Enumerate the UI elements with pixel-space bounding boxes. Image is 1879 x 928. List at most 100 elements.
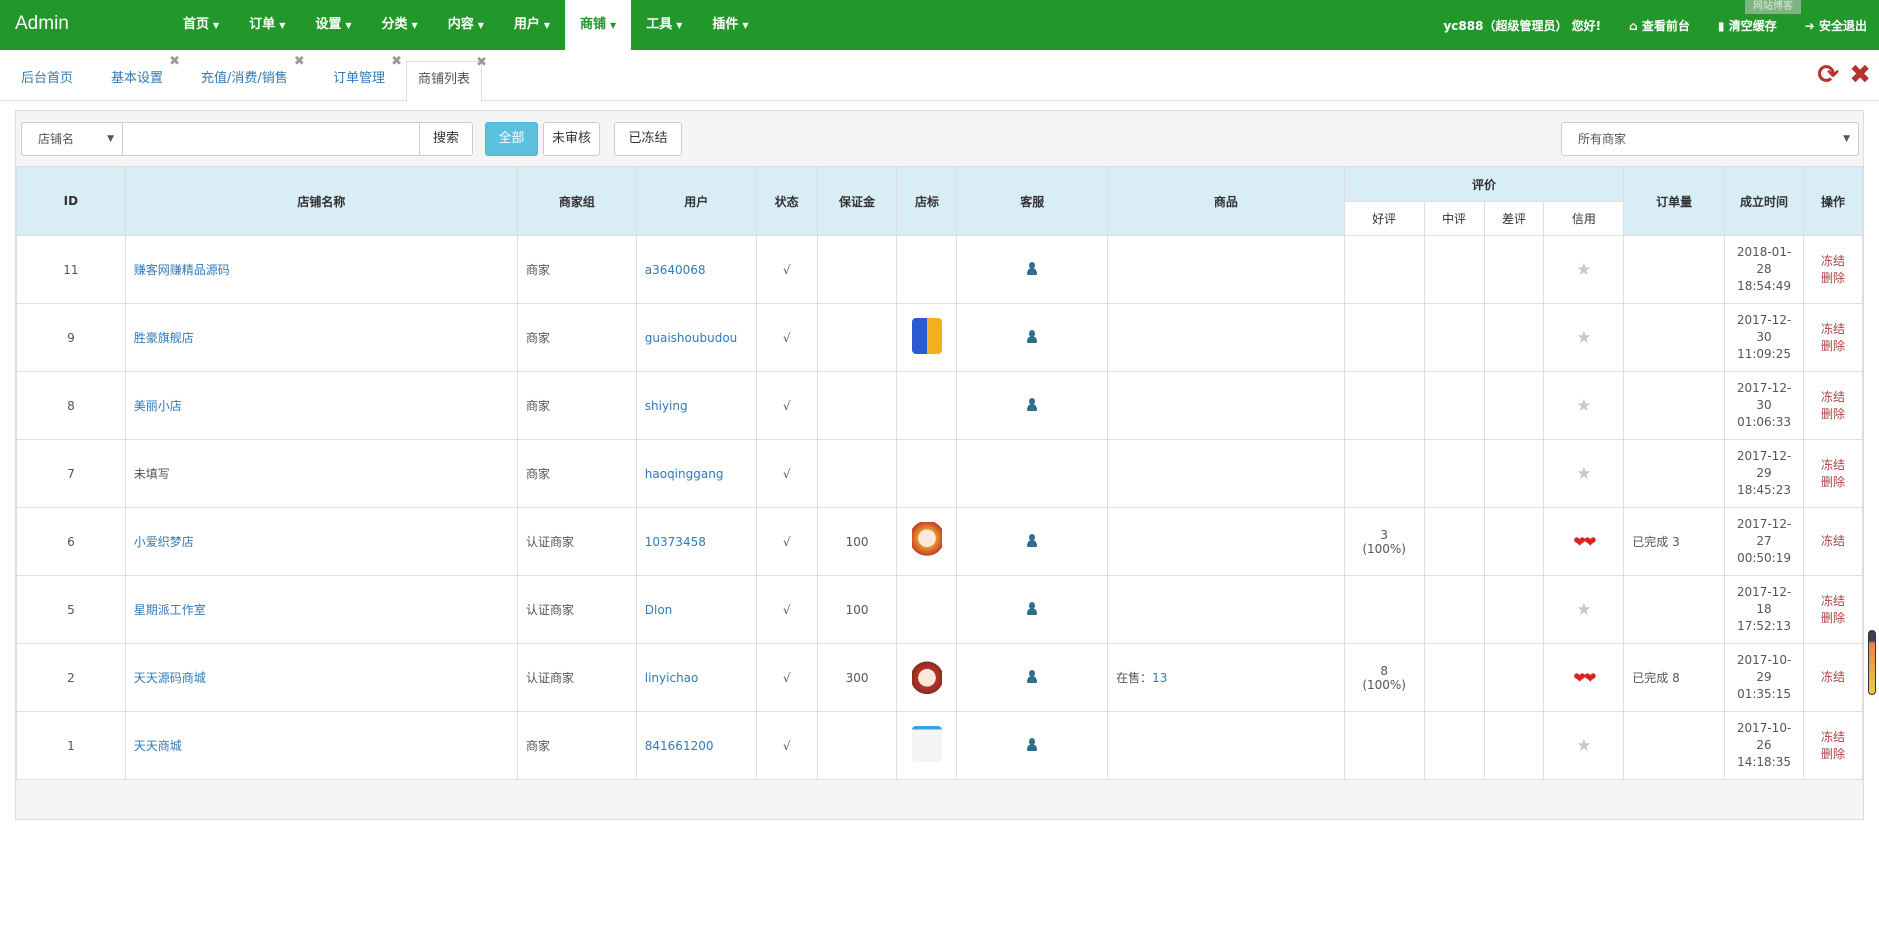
freeze-link[interactable]: 冻结 <box>1804 253 1862 270</box>
merchant-select[interactable]: 所有商家 ▼ <box>1561 122 1859 156</box>
cell-id: 2 <box>16 643 126 712</box>
created-date: 2017-12- <box>1736 517 1792 531</box>
shop-name-link[interactable]: 赚客网赚精品源码 <box>134 263 230 277</box>
menu-item[interactable]: 工具 ▼ <box>631 0 697 50</box>
user-link[interactable]: shiying <box>645 399 688 413</box>
col-bad: 差评 <box>1483 201 1545 236</box>
filter-all-button[interactable]: 全部 <box>485 122 538 156</box>
user-icon[interactable] <box>1026 533 1038 547</box>
user-icon[interactable] <box>1026 737 1038 751</box>
cell-service <box>956 711 1109 780</box>
brand-logo[interactable]: Admin <box>15 13 69 35</box>
cell-good: 3 (100%) <box>1343 507 1425 576</box>
logout-link[interactable]: ➜ 安全退出 <box>1805 17 1867 34</box>
tab-basic-settings[interactable]: 基本设置 ✖ <box>100 55 180 101</box>
cell-status: √ <box>755 643 818 712</box>
shop-name-link[interactable]: 天天商城 <box>134 739 182 753</box>
menu-item[interactable]: 商铺 ▼ <box>565 0 632 50</box>
close-all-icon[interactable]: ✖ <box>1849 60 1871 90</box>
delete-link[interactable]: 删除 <box>1804 270 1862 287</box>
close-icon[interactable]: ✖ <box>294 55 305 69</box>
search-input[interactable] <box>122 122 420 156</box>
created-time: 01:35:15 <box>1737 687 1791 701</box>
user-link[interactable]: haoqinggang <box>645 467 724 481</box>
cell-status: √ <box>755 235 818 304</box>
created-day: 18 <box>1756 602 1772 616</box>
filter-frozen-button[interactable]: 已冻结 <box>614 122 682 156</box>
star-icon: ★ <box>1576 735 1592 756</box>
tab-home[interactable]: 后台首页 <box>10 61 84 101</box>
cell-mid <box>1423 235 1485 304</box>
shop-name-link[interactable]: 胜豪旗舰店 <box>134 331 194 345</box>
goods-count-link[interactable]: 13 <box>1152 671 1167 685</box>
close-icon[interactable]: ✖ <box>169 55 180 69</box>
cell-ops: 冻结 删除 <box>1803 371 1863 440</box>
cell-logo <box>896 371 958 440</box>
menu-item[interactable]: 用户 ▼ <box>499 0 565 50</box>
col-group: 商家组 <box>516 166 637 236</box>
delete-link[interactable]: 删除 <box>1804 474 1862 491</box>
cell-good: 8 (100%) <box>1343 643 1425 712</box>
menu-label: 内容 <box>447 17 474 32</box>
tab-orders[interactable]: 订单管理 ✖ <box>322 55 402 101</box>
freeze-link[interactable]: 冻结 <box>1804 729 1862 746</box>
search-button[interactable]: 搜索 <box>419 122 473 156</box>
tab-shop-list[interactable]: 商铺列表 ✖ <box>406 56 487 102</box>
freeze-link[interactable]: 冻结 <box>1804 389 1862 406</box>
filter-pending-button[interactable]: 未审核 <box>543 122 600 156</box>
col-rating: 评价 <box>1343 166 1625 202</box>
user-icon[interactable] <box>1026 601 1038 615</box>
table-row: 6 小爱织梦店 认证商家 10373458 √ 100 3 (100%) ❤❤ 已完成 3 2017… <box>16 507 1863 576</box>
user-link[interactable]: a3640068 <box>645 263 706 277</box>
menu-item[interactable]: 内容 ▼ <box>433 0 499 50</box>
created-time: 14:18:35 <box>1737 755 1791 769</box>
freeze-link[interactable]: 冻结 <box>1804 593 1862 610</box>
created-date: 2017-10- <box>1736 721 1792 735</box>
menu-item[interactable]: 插件 ▼ <box>697 0 763 50</box>
cell-ops: 冻结 <box>1803 643 1863 712</box>
view-front-link[interactable]: ⌂ 查看前台 <box>1629 17 1690 34</box>
cell-deposit: 300 <box>816 643 898 712</box>
cell-goods <box>1107 575 1345 644</box>
menu-item[interactable]: 设置 ▼ <box>300 0 366 50</box>
cell-mid <box>1423 507 1485 576</box>
delete-link[interactable]: 删除 <box>1804 338 1862 355</box>
delete-link[interactable]: 删除 <box>1804 746 1862 763</box>
shop-name-link[interactable]: 小爱织梦店 <box>134 535 194 549</box>
delete-link[interactable]: 删除 <box>1804 406 1862 423</box>
user-link[interactable]: linyichao <box>645 671 699 685</box>
scroll-indicator[interactable] <box>1868 630 1876 695</box>
cell-credit: ❤❤ <box>1543 643 1625 712</box>
shop-name-link[interactable]: 美丽小店 <box>134 399 182 413</box>
shop-name-link[interactable]: 星期派工作室 <box>134 603 206 617</box>
cell-status: √ <box>755 439 818 508</box>
freeze-link[interactable]: 冻结 <box>1804 457 1862 474</box>
created-time: 18:45:23 <box>1737 483 1791 497</box>
delete-link[interactable]: 删除 <box>1804 610 1862 627</box>
user-icon[interactable] <box>1026 329 1038 343</box>
menu-item[interactable]: 分类 ▼ <box>367 0 433 50</box>
user-icon[interactable] <box>1026 669 1038 683</box>
cell-service <box>956 235 1109 304</box>
clear-cache-label: 清空缓存 <box>1728 18 1777 33</box>
close-icon[interactable]: ✖ <box>476 56 487 70</box>
menu-item[interactable]: 首页 ▼ <box>168 0 234 50</box>
clear-cache-link[interactable]: ▮ 清空缓存 <box>1718 17 1777 34</box>
tab-recharge[interactable]: 充值/消费/销售 ✖ <box>190 55 305 101</box>
user-link[interactable]: 841661200 <box>645 739 714 753</box>
refresh-icon[interactable]: ⟳ <box>1817 60 1839 90</box>
user-link[interactable]: Dlon <box>645 603 673 617</box>
freeze-link[interactable]: 冻结 <box>1804 669 1862 686</box>
search-field-select[interactable]: 店铺名 ▼ <box>21 122 123 156</box>
close-icon[interactable]: ✖ <box>391 55 402 69</box>
user-link[interactable]: 10373458 <box>645 535 706 549</box>
user-icon[interactable] <box>1026 397 1038 411</box>
freeze-link[interactable]: 冻结 <box>1804 321 1862 338</box>
user-link[interactable]: guaishoubudou <box>645 331 738 345</box>
good-count: 3 <box>1380 527 1388 542</box>
shop-name-link[interactable]: 天天源码商城 <box>134 671 206 685</box>
cell-good <box>1343 303 1425 372</box>
menu-item[interactable]: 订单 ▼ <box>234 0 300 50</box>
freeze-link[interactable]: 冻结 <box>1804 533 1862 550</box>
user-icon[interactable] <box>1026 261 1038 275</box>
